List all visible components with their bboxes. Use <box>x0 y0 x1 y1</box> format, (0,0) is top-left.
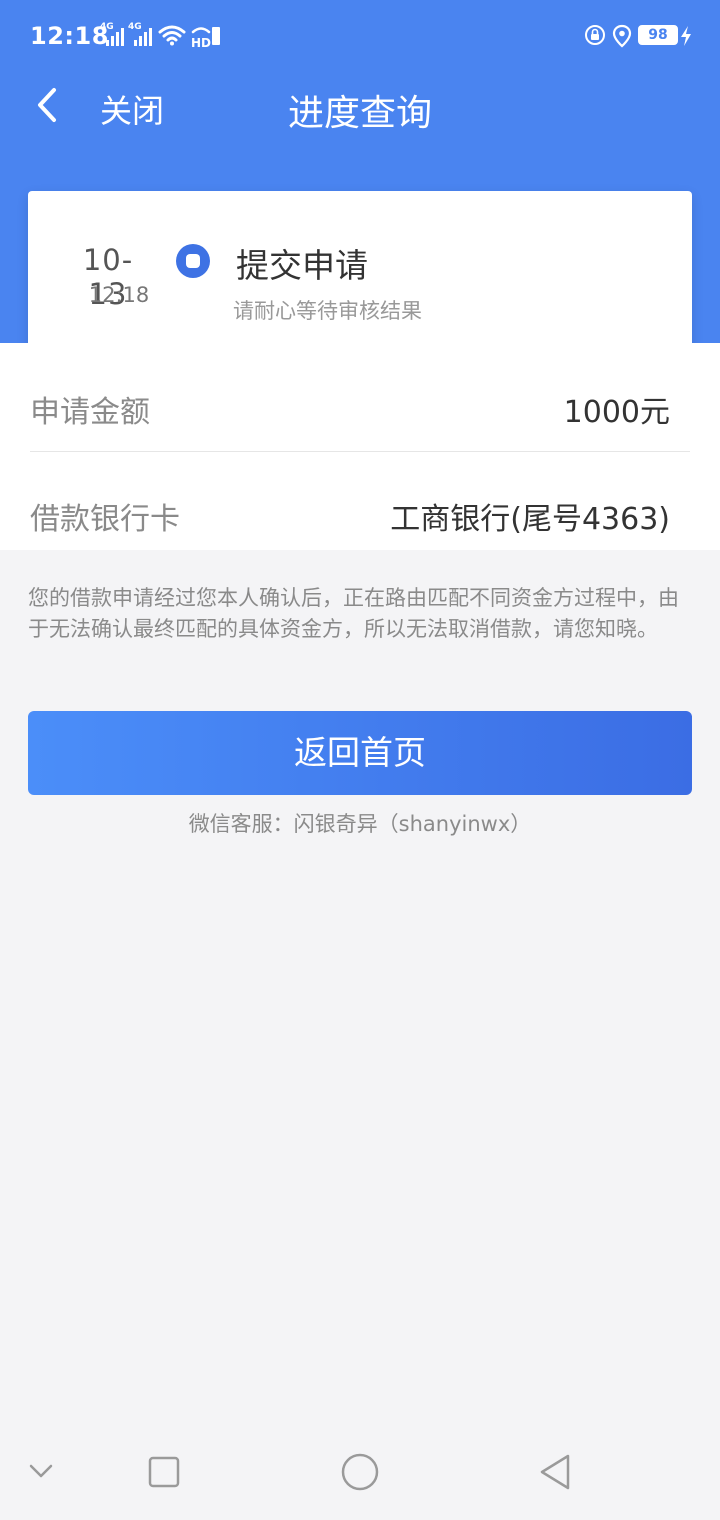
page-title: 进度查询 <box>287 93 432 134</box>
notice-text: 您的借款申请经过您本人确认后，正在路由匹配不同资金方过程中，由于无法确认最终匹配… <box>28 586 679 641</box>
recent-apps-icon[interactable] <box>148 1456 180 1488</box>
info-label: 借款银行卡 <box>30 502 180 537</box>
charging-icon <box>681 26 691 46</box>
battery-icon: 98 <box>638 25 678 45</box>
location-icon <box>612 24 632 48</box>
home-circle-icon[interactable] <box>340 1452 380 1492</box>
system-navigation-bar <box>0 1424 720 1520</box>
step-status-dot-icon <box>176 244 210 278</box>
step-time: 12:18 <box>88 283 150 307</box>
rotation-lock-icon <box>585 25 605 45</box>
signal-icon-2: 4G <box>128 22 154 46</box>
info-label: 申请金额 <box>30 395 150 430</box>
progress-card: 10-13 12:18 提交申请 请耐心等待审核结果 <box>28 191 692 366</box>
status-bar: 12:18 4G 4G HD 98 <box>0 0 720 72</box>
loan-info-list: 申请金额 1000元 借款银行卡 工商银行(尾号4363) <box>0 343 720 550</box>
step-description: 请耐心等待审核结果 <box>233 299 422 323</box>
signal-icon: 4G <box>100 22 126 46</box>
info-value: 1000元 <box>563 395 670 430</box>
step-title: 提交申请 <box>236 246 368 285</box>
status-time: 12:18 <box>30 22 109 50</box>
info-row-bank-card: 借款银行卡 工商银行(尾号4363) <box>30 452 690 550</box>
info-row-amount: 申请金额 1000元 <box>30 343 690 452</box>
hd-icon: HD <box>191 27 220 48</box>
customer-service-text: 微信客服：闪银奇异（shanyinwx） <box>188 812 532 836</box>
back-triangle-icon[interactable] <box>538 1452 574 1492</box>
wifi-icon <box>158 25 186 46</box>
info-value: 工商银行(尾号4363) <box>390 502 670 537</box>
return-home-button[interactable]: 返回首页 <box>28 711 692 795</box>
svg-text:HD: HD <box>191 36 211 48</box>
chevron-down-icon[interactable] <box>28 1462 54 1480</box>
